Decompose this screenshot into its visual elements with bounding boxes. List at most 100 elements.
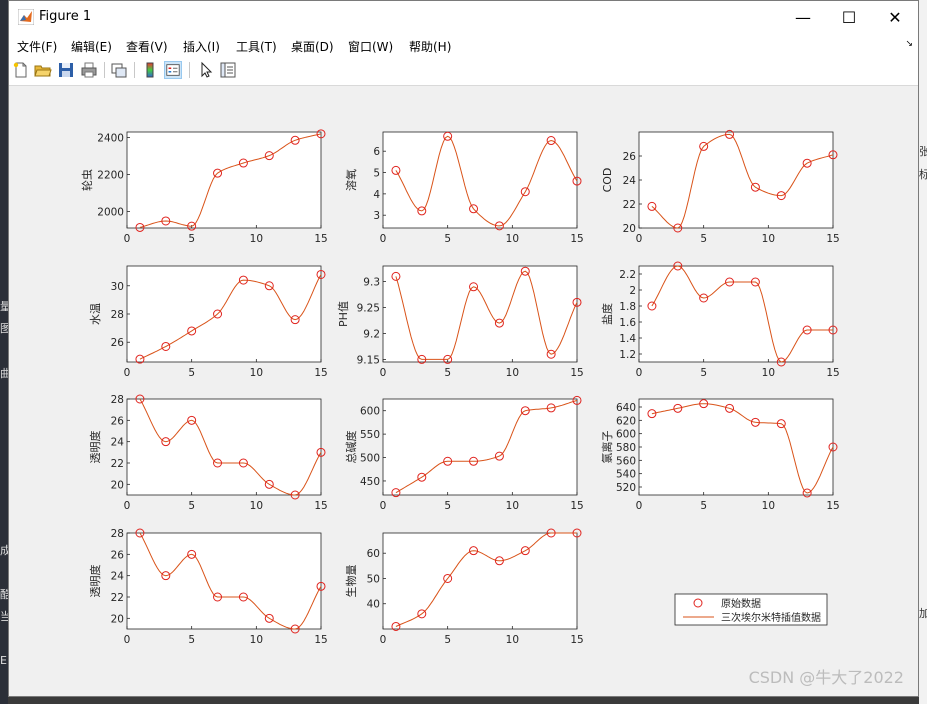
y-tick-label: 560 xyxy=(616,455,636,467)
x-tick-label: 10 xyxy=(506,500,519,512)
menu-edit[interactable]: 编辑(E) xyxy=(71,38,112,55)
y-tick-label: 3 xyxy=(373,210,380,222)
close-button[interactable]: ✕ xyxy=(872,1,918,33)
x-tick-label: 15 xyxy=(314,634,327,646)
window-title: Figure 1 xyxy=(39,9,92,24)
x-tick-label: 15 xyxy=(314,367,327,379)
x-tick-label: 15 xyxy=(570,500,583,512)
y-tick-label: 20 xyxy=(623,223,636,235)
toolbar-separator xyxy=(134,62,135,78)
x-tick-label: 10 xyxy=(250,500,263,512)
y-tick-label: 28 xyxy=(111,394,124,406)
x-tick-label: 0 xyxy=(636,233,643,245)
subplot-6[interactable]: 0 5 10 15 1.2 1.4 1.6 1.8 2 2.2 盐度 xyxy=(600,261,840,379)
y-tick-label: 20 xyxy=(111,479,124,491)
menu-view[interactable]: 查看(V) xyxy=(126,38,168,55)
subplot-9[interactable]: 0 5 10 15 520540 560580600 620640 氯离子 xyxy=(600,398,840,512)
x-tick-label: 5 xyxy=(700,367,707,379)
menu-help[interactable]: 帮助(H) xyxy=(409,38,451,55)
axes-frame xyxy=(126,131,322,229)
subplot-7[interactable]: 0 5 10 15 20 22 24 26 28 透明度 xyxy=(88,394,328,512)
background-text: 加 xyxy=(919,607,927,620)
print-icon[interactable] xyxy=(80,61,98,79)
watermark: CSDN @牛大了2022 xyxy=(748,668,904,687)
x-tick-label: 10 xyxy=(250,634,263,646)
toolbar-separator xyxy=(189,62,190,78)
y-tick-label: 2.2 xyxy=(619,269,636,281)
background-text: 标 xyxy=(919,168,927,181)
y-tick-label: 20 xyxy=(111,613,124,625)
y-tick-label: 9.15 xyxy=(357,354,380,366)
legend-icon[interactable] xyxy=(164,61,182,79)
background-text: 当 xyxy=(0,610,8,623)
property-inspector-icon[interactable] xyxy=(219,61,237,79)
y-tick-label: 540 xyxy=(616,469,636,481)
y-tick-label: 9.25 xyxy=(357,303,380,315)
y-tick-label: 580 xyxy=(616,442,636,454)
subplot-11[interactable]: 0 5 10 15 40 50 60 生物量 xyxy=(344,528,584,646)
y-tick-label: 1.8 xyxy=(619,301,636,313)
menu-desktop[interactable]: 桌面(D) xyxy=(291,38,334,55)
x-tick-label: 15 xyxy=(314,500,327,512)
axes-frame xyxy=(638,131,834,229)
y-axis-label: 水温 xyxy=(89,303,102,325)
y-tick-label: 500 xyxy=(360,453,380,465)
link-plot-icon[interactable] xyxy=(110,61,128,79)
subplot-1[interactable]: 0 5 10 15 2000 2200 2400 轮虫 xyxy=(80,129,328,245)
x-tick-label: 5 xyxy=(188,500,195,512)
maximize-button[interactable]: ☐ xyxy=(826,1,872,33)
new-figure-icon[interactable] xyxy=(12,61,30,79)
minimize-button[interactable]: — xyxy=(780,1,826,33)
y-tick-label: 4 xyxy=(373,189,380,201)
y-axis-label: 盐度 xyxy=(600,303,614,325)
x-tick-label: 10 xyxy=(506,233,519,245)
x-tick-label: 5 xyxy=(444,634,451,646)
subplot-8[interactable]: 0 5 10 15 450 500 550 600 总碱度 xyxy=(344,395,584,512)
x-tick-label: 0 xyxy=(380,233,387,245)
legend-label-interp: 三次埃尔米特插值数据 xyxy=(721,611,821,624)
legend[interactable]: 原始数据三次埃尔米特插值数据 xyxy=(674,593,828,626)
menu-insert[interactable]: 插入(I) xyxy=(183,38,220,55)
background-text: 曲 xyxy=(0,367,8,380)
x-tick-label: 0 xyxy=(636,367,643,379)
y-axis-label: COD xyxy=(601,168,614,193)
background-text: E xyxy=(0,654,7,667)
colorbar-icon[interactable] xyxy=(141,61,159,79)
subplot-5[interactable]: 0 5 10 15 9.15 9.2 9.25 9.3 PH值 xyxy=(337,265,584,379)
y-tick-label: 2200 xyxy=(97,169,124,181)
x-tick-label: 5 xyxy=(700,500,707,512)
x-tick-label: 0 xyxy=(380,634,387,646)
x-tick-label: 5 xyxy=(444,500,451,512)
background-app-right xyxy=(919,0,927,704)
y-axis-label: 轮虫 xyxy=(80,169,94,191)
subplot-2[interactable]: 0 5 10 15 3 4 5 6 溶氧 xyxy=(344,131,584,245)
y-tick-label: 2400 xyxy=(97,133,124,145)
x-tick-label: 5 xyxy=(188,367,195,379)
y-tick-label: 640 xyxy=(616,402,636,414)
menu-file[interactable]: 文件(F) xyxy=(17,38,57,55)
open-file-icon[interactable] xyxy=(34,61,52,79)
x-tick-label: 5 xyxy=(444,367,451,379)
axes-frame xyxy=(126,265,322,363)
y-axis-label: 总碱度 xyxy=(344,431,358,464)
y-tick-label: 2 xyxy=(629,285,636,297)
subplot-grid: 0 5 10 15200022002400轮虫0 5 10 153456溶氧0 5 10 1520… xyxy=(80,129,840,646)
y-tick-label: 22 xyxy=(111,458,124,470)
subplot-10[interactable]: 0 5 10 15 20 22 24 26 28 透明度 xyxy=(88,528,328,646)
y-tick-label: 600 xyxy=(616,429,636,441)
x-tick-label: 0 xyxy=(124,367,131,379)
x-tick-label: 5 xyxy=(188,233,195,245)
x-tick-label: 5 xyxy=(188,634,195,646)
subplot-4[interactable]: 0 5 10 15 26 28 30 水温 xyxy=(89,265,328,379)
x-tick-label: 15 xyxy=(826,233,839,245)
edit-plot-icon[interactable] xyxy=(197,61,215,79)
toolbar xyxy=(9,57,918,86)
subplot-3[interactable]: 0 5 10 15 20 22 24 26 COD xyxy=(601,129,840,245)
y-tick-label: 1.4 xyxy=(619,333,636,345)
menu-window[interactable]: 窗口(W) xyxy=(348,38,393,55)
menu-tools[interactable]: 工具(T) xyxy=(236,38,277,55)
y-tick-label: 5 xyxy=(373,168,380,180)
save-icon[interactable] xyxy=(57,61,75,79)
menu-dock-icon[interactable]: ↘ xyxy=(905,39,913,49)
title-bar[interactable]: Figure 1 — ☐ ✕ xyxy=(9,1,918,33)
